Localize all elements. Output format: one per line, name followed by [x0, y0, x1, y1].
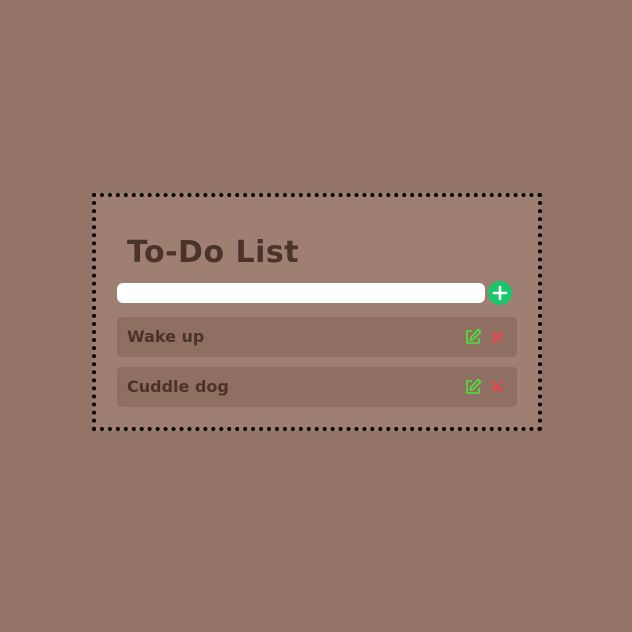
edit-button[interactable] — [464, 378, 482, 396]
edit-icon — [466, 328, 482, 344]
delete-button[interactable] — [490, 329, 504, 345]
task-input[interactable] — [117, 283, 485, 303]
add-task-button[interactable] — [488, 281, 512, 305]
todo-item: Cuddle dog — [117, 367, 517, 407]
close-icon — [491, 381, 503, 393]
plus-icon — [492, 285, 508, 301]
todo-list: Wake up Cuddle dog — [117, 317, 517, 417]
todo-text: Wake up — [127, 327, 205, 346]
delete-button[interactable] — [490, 379, 504, 395]
todo-card: To-Do List Wake up Cuddle dog — [92, 193, 542, 431]
page-title: To-Do List — [127, 235, 300, 270]
close-icon — [491, 331, 503, 343]
todo-text: Cuddle dog — [127, 377, 229, 396]
edit-icon — [466, 378, 482, 394]
todo-item: Wake up — [117, 317, 517, 357]
edit-button[interactable] — [464, 328, 482, 346]
